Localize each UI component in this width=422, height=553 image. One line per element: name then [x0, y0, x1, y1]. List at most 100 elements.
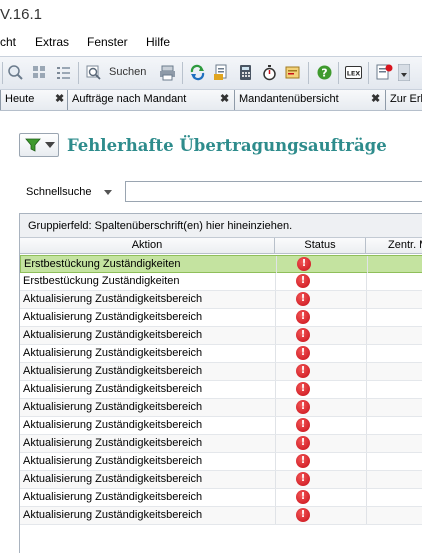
zoom-icon[interactable] — [7, 64, 24, 81]
table-row[interactable]: Aktualisierung Zuständigkeitsbereich! — [20, 471, 422, 489]
chevron-down-icon[interactable] — [104, 190, 112, 195]
column-divider — [275, 453, 276, 470]
report-icon[interactable] — [285, 64, 302, 81]
chevron-down-icon — [45, 142, 55, 148]
toolbar-separator — [182, 62, 183, 84]
help-icon[interactable]: ? — [316, 64, 333, 81]
column-divider — [276, 256, 277, 273]
toolbar-separator — [2, 62, 3, 84]
search-icon[interactable] — [85, 64, 102, 81]
stopwatch-icon[interactable] — [261, 64, 278, 81]
error-status-icon: ! — [296, 454, 310, 468]
group-panel[interactable]: Gruppierfeld: Spaltenüberschrift(en) hie… — [20, 214, 422, 238]
error-status-icon: ! — [296, 418, 310, 432]
menu-fenster[interactable]: Fenster — [87, 35, 128, 49]
column-divider — [275, 417, 276, 434]
column-divider — [366, 327, 367, 344]
cell-aktion: Aktualisierung Zuständigkeitsbereich — [23, 455, 203, 467]
cell-aktion: Aktualisierung Zuständigkeitsbereich — [23, 383, 203, 395]
list-icon[interactable] — [55, 64, 72, 81]
refresh-icon[interactable] — [189, 64, 206, 81]
column-divider — [275, 345, 276, 362]
filter-dropdown-button[interactable] — [19, 133, 59, 157]
column-divider — [275, 471, 276, 488]
search-button-label[interactable]: Suchen — [109, 66, 146, 78]
tab-label: Heute — [5, 93, 35, 105]
error-status-icon: ! — [296, 400, 310, 414]
data-grid: Gruppierfeld: Spaltenüberschrift(en) hie… — [19, 213, 422, 553]
close-icon[interactable]: ✖ — [55, 92, 64, 105]
table-row[interactable]: Erstbestückung Zuständigkeiten! — [20, 273, 422, 291]
cell-aktion: Aktualisierung Zuständigkeitsbereich — [23, 365, 203, 377]
notification-icon[interactable] — [376, 64, 393, 81]
toolbar-separator — [368, 62, 369, 84]
table-row[interactable]: Aktualisierung Zuständigkeitsbereich! — [20, 291, 422, 309]
cell-aktion: Erstbestückung Zuständigkeiten — [24, 258, 181, 270]
column-divider — [275, 399, 276, 416]
cell-aktion: Aktualisierung Zuständigkeitsbereich — [23, 329, 203, 341]
column-divider — [366, 363, 367, 380]
column-divider — [366, 507, 367, 524]
tab-zur-erledigung[interactable]: Zur Erle — [386, 90, 422, 110]
column-header-aktion[interactable]: Aktion — [20, 238, 275, 254]
menu-hilfe[interactable]: Hilfe — [146, 35, 170, 49]
export-icon[interactable] — [213, 64, 230, 81]
tab-mandantenuebersicht[interactable]: Mandantenübersicht ✖ — [235, 90, 386, 110]
column-divider — [275, 273, 276, 290]
table-row[interactable]: Aktualisierung Zuständigkeitsbereich! — [20, 309, 422, 327]
table-row[interactable]: Aktualisierung Zuständigkeitsbereich! — [20, 489, 422, 507]
column-divider — [366, 273, 367, 290]
column-divider — [366, 309, 367, 326]
error-status-icon: ! — [296, 490, 310, 504]
printer-icon[interactable] — [159, 64, 176, 81]
page-title: Fehlerhafte Übertragungsaufträge — [67, 136, 387, 155]
cell-aktion: Aktualisierung Zuständigkeitsbereich — [23, 473, 203, 485]
tab-label: Zur Erle — [390, 93, 422, 105]
menu-ansicht[interactable]: cht — [0, 35, 16, 49]
column-divider — [367, 256, 368, 273]
tab-auftraege-nach-mandant[interactable]: Aufträge nach Mandant ✖ — [68, 90, 235, 110]
cell-aktion: Aktualisierung Zuständigkeitsbereich — [23, 293, 203, 305]
column-divider — [275, 381, 276, 398]
table-row[interactable]: Aktualisierung Zuständigkeitsbereich! — [20, 453, 422, 471]
calculator-icon[interactable] — [237, 64, 254, 81]
error-status-icon: ! — [296, 328, 310, 342]
table-row[interactable]: Aktualisierung Zuständigkeitsbereich! — [20, 345, 422, 363]
close-icon[interactable]: ✖ — [371, 92, 380, 105]
svg-text:?: ? — [321, 67, 327, 80]
table-row[interactable]: Aktualisierung Zuständigkeitsbereich! — [20, 327, 422, 345]
lex-icon[interactable]: LEX — [345, 64, 362, 81]
menu-extras[interactable]: Extras — [35, 35, 69, 49]
toolbar-overflow-icon[interactable] — [398, 64, 410, 81]
table-row[interactable]: Aktualisierung Zuständigkeitsbereich! — [20, 507, 422, 525]
cell-aktion: Aktualisierung Zuständigkeitsbereich — [23, 509, 203, 521]
column-header-status[interactable]: Status — [275, 238, 366, 254]
column-divider — [366, 435, 367, 452]
main-content: Fehlerhafte Übertragungsaufträge Schnell… — [0, 111, 422, 553]
table-row[interactable]: Erstbestückung Zuständigkeiten! — [20, 255, 422, 273]
quick-search-label: Schnellsuche — [26, 186, 92, 198]
cell-aktion: Aktualisierung Zuständigkeitsbereich — [23, 311, 203, 323]
title-bar: V.16.1 — [0, 0, 422, 32]
error-status-icon: ! — [296, 346, 310, 360]
tab-label: Mandantenübersicht — [239, 93, 339, 105]
error-status-icon: ! — [296, 310, 310, 324]
table-row[interactable]: Aktualisierung Zuständigkeitsbereich! — [20, 417, 422, 435]
column-divider — [275, 327, 276, 344]
column-divider — [366, 489, 367, 506]
table-row[interactable]: Aktualisierung Zuständigkeitsbereich! — [20, 435, 422, 453]
tab-heute[interactable]: Heute ✖ — [0, 90, 68, 110]
column-divider — [366, 291, 367, 308]
error-status-icon: ! — [296, 292, 310, 306]
column-header-zentr-mandant[interactable]: Zentr. Man — [366, 238, 422, 254]
cell-aktion: Aktualisierung Zuständigkeitsbereich — [23, 437, 203, 449]
grid-icon[interactable] — [31, 64, 48, 81]
table-row[interactable]: Aktualisierung Zuständigkeitsbereich! — [20, 399, 422, 417]
table-row[interactable]: Aktualisierung Zuständigkeitsbereich! — [20, 381, 422, 399]
cell-aktion: Erstbestückung Zuständigkeiten — [23, 275, 180, 287]
table-row[interactable]: Aktualisierung Zuständigkeitsbereich! — [20, 363, 422, 381]
group-panel-hint: Gruppierfeld: Spaltenüberschrift(en) hie… — [28, 220, 293, 232]
tab-label: Aufträge nach Mandant — [72, 93, 187, 105]
quick-search-input[interactable] — [125, 181, 422, 202]
close-icon[interactable]: ✖ — [220, 92, 229, 105]
